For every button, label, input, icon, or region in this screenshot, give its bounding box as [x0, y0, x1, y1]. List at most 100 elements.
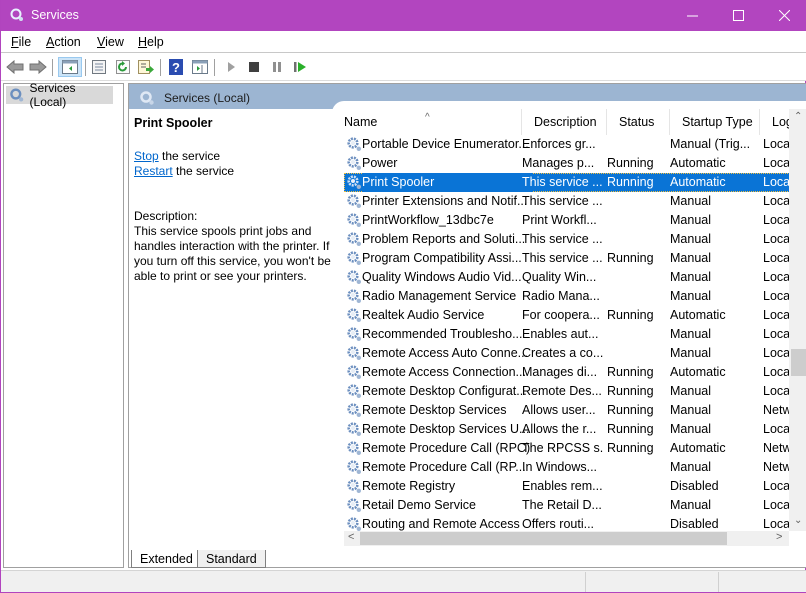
scroll-right-arrow[interactable]: >	[776, 531, 782, 543]
service-row[interactable]: Problem Reports and Soluti... This servic…	[344, 230, 792, 249]
vertical-scrollbar[interactable]: ⌃ ⌄	[789, 109, 806, 531]
services-gear-icon	[140, 91, 154, 105]
service-row[interactable]: PrintWorkflow_13dbc7e Print Workfl... Manu…	[344, 211, 792, 230]
column-header-name[interactable]: Name ^	[332, 109, 522, 135]
horizontal-scrollbar[interactable]: < >	[344, 531, 789, 546]
service-status: Running	[607, 175, 654, 189]
service-gear-icon	[347, 365, 361, 379]
properties-button[interactable]	[89, 57, 109, 77]
service-name: Print Spooler	[362, 173, 532, 192]
service-row[interactable]: Retail Demo Service The Retail D... Manual…	[344, 496, 792, 515]
services-window: Services File Action View Help ? Service…	[0, 0, 806, 593]
service-description: Enables aut...	[522, 327, 599, 341]
service-gear-icon	[347, 346, 361, 360]
service-description: Manages p...	[522, 156, 595, 170]
start-service-button[interactable]	[221, 57, 241, 77]
pane-header-title: Services (Local)	[164, 91, 251, 105]
refresh-button[interactable]	[113, 57, 133, 77]
service-log-on-as: Loca	[763, 327, 789, 341]
service-description: Manages di...	[522, 365, 598, 379]
tab-extended[interactable]: Extended	[131, 550, 202, 568]
service-description: For coopera...	[522, 308, 600, 322]
service-log-on-as: Loca	[763, 479, 789, 493]
service-row[interactable]: Power Manages p... Running Automatic Loca	[344, 154, 792, 173]
help-button[interactable]: ?	[166, 57, 186, 77]
toolbar-separator	[160, 59, 161, 76]
service-row[interactable]: Quality Windows Audio Vid... Quality Win.…	[344, 268, 792, 287]
show-hide-action-pane-button[interactable]	[190, 57, 210, 77]
service-row[interactable]: Radio Management Service Radio Mana... Man…	[344, 287, 792, 306]
pause-service-button[interactable]	[267, 57, 287, 77]
service-row[interactable]: Remote Procedure Call (RPC) The RPCSS s..…	[344, 439, 792, 458]
service-log-on-as: Netw	[763, 460, 789, 474]
stop-service-link[interactable]: Stop	[134, 149, 159, 163]
menu-action[interactable]: Action	[46, 35, 81, 49]
service-row[interactable]: Remote Desktop Services Allows user... Run…	[344, 401, 792, 420]
service-startup-type: Manual	[670, 403, 711, 417]
service-startup-type: Automatic	[670, 308, 726, 322]
title-bar[interactable]: Services	[1, 0, 806, 31]
maximize-icon	[732, 10, 744, 21]
stop-action-text: the service	[158, 149, 221, 163]
service-row[interactable]: Program Compatibility Assi... This servic…	[344, 249, 792, 268]
horizontal-scroll-thumb[interactable]	[360, 532, 727, 545]
column-header-status[interactable]: Status	[607, 109, 670, 135]
service-description: The RPCSS s...	[522, 441, 604, 455]
service-log-on-as: Loca	[763, 194, 789, 208]
export-list-button[interactable]	[136, 57, 156, 77]
column-header-startup-type[interactable]: Startup Type	[670, 109, 760, 135]
tree-node-services-local[interactable]: Services (Local)	[6, 81, 113, 109]
service-description: Remote Des...	[522, 384, 602, 398]
service-name: Remote Access Auto Conne...	[362, 346, 529, 360]
close-button[interactable]	[761, 0, 806, 31]
scroll-down-arrow[interactable]: ⌄	[794, 515, 802, 526]
service-row[interactable]: Remote Access Auto Conne... Creates a co.…	[344, 344, 792, 363]
service-description: Quality Win...	[522, 270, 597, 284]
help-icon: ?	[169, 59, 183, 75]
menu-help[interactable]: Help	[138, 35, 164, 49]
resume-service-button[interactable]	[290, 57, 310, 77]
service-gear-icon	[347, 422, 361, 436]
column-name-label: Name	[344, 115, 378, 129]
show-hide-console-tree-button[interactable]	[58, 57, 82, 77]
status-divider	[718, 572, 719, 592]
list-rows: Portable Device Enumerator... Enforces gr…	[344, 135, 792, 534]
stop-service-button[interactable]	[244, 57, 264, 77]
service-row[interactable]: Recommended Troublesho... Enables aut... M…	[344, 325, 792, 344]
tab-standard[interactable]: Standard	[197, 550, 266, 568]
service-row[interactable]: Remote Registry Enables rem... Disabled Loc…	[344, 477, 792, 496]
service-gear-icon	[347, 232, 361, 246]
service-row[interactable]: Remote Access Connection... Manages di...…	[344, 363, 792, 382]
service-row[interactable]: Remote Desktop Services U... Allows the r…	[344, 420, 792, 439]
menu-view[interactable]: View	[97, 35, 124, 49]
service-row[interactable]: Remote Desktop Configurat... Remote Des..…	[344, 382, 792, 401]
service-log-on-as: Loca	[763, 175, 789, 189]
restart-service-link[interactable]: Restart	[134, 164, 173, 178]
service-description: This service spools print jobs and handl…	[134, 224, 331, 283]
service-row[interactable]: Realtek Audio Service For coopera... Runni…	[344, 306, 792, 325]
scroll-up-arrow[interactable]: ⌃	[794, 111, 802, 122]
column-header-description[interactable]: Description	[522, 109, 607, 135]
menu-file[interactable]: File	[11, 35, 31, 49]
service-name: Remote Desktop Services U...	[362, 422, 530, 436]
service-row[interactable]: Remote Procedure Call (RP... In Windows..…	[344, 458, 792, 477]
maximize-button[interactable]	[715, 0, 761, 31]
service-startup-type: Manual	[670, 384, 711, 398]
status-bar	[1, 570, 806, 592]
service-row[interactable]: Printer Extensions and Notif... This serv…	[344, 192, 792, 211]
service-status: Running	[607, 403, 654, 417]
service-startup-type: Automatic	[670, 156, 726, 170]
service-log-on-as: Loca	[763, 232, 789, 246]
service-row[interactable]: Portable Device Enumerator... Enforces gr…	[344, 135, 792, 154]
service-gear-icon	[347, 156, 361, 170]
service-gear-icon	[347, 517, 361, 531]
export-list-icon	[138, 60, 154, 74]
back-button[interactable]	[5, 57, 25, 77]
minimize-button[interactable]	[669, 0, 715, 31]
scroll-left-arrow[interactable]: <	[348, 531, 354, 543]
forward-button[interactable]	[28, 57, 48, 77]
service-row[interactable]: Print Spooler This service ... Running Auto…	[344, 173, 792, 192]
service-gear-icon	[347, 289, 361, 303]
vertical-scroll-thumb[interactable]	[791, 349, 806, 376]
service-log-on-as: Netw	[763, 441, 789, 455]
